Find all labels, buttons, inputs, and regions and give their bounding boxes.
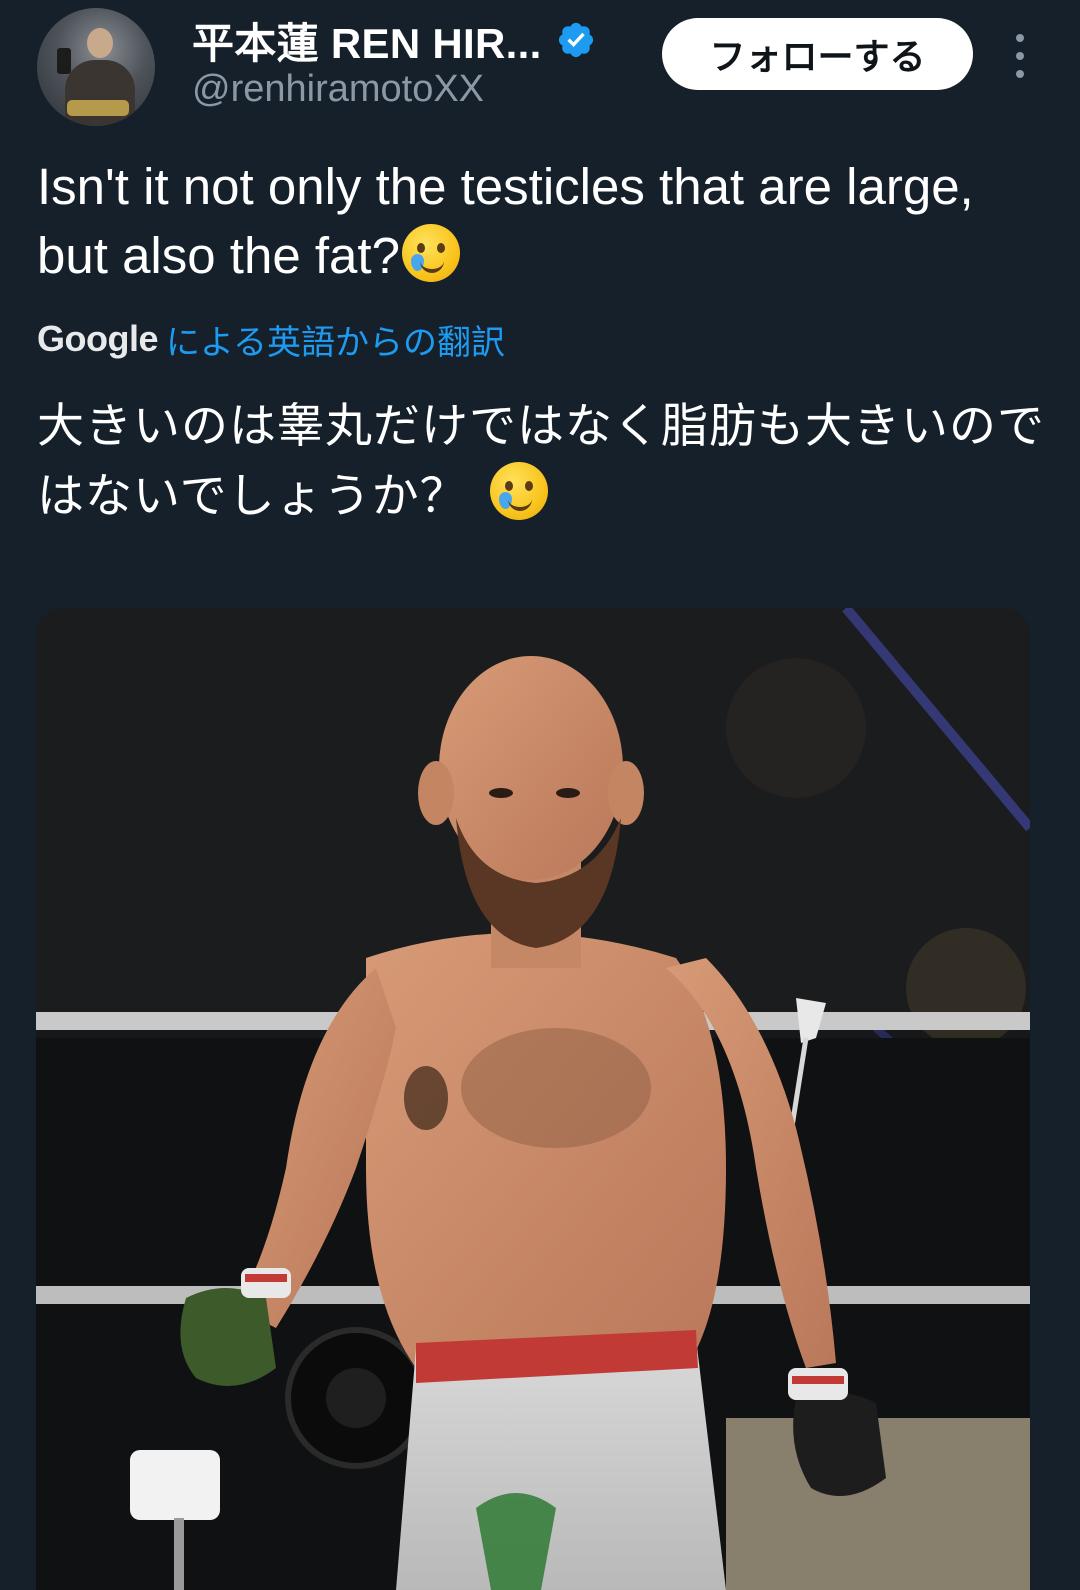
author-display-name[interactable]: 平本蓮 REN HIR... xyxy=(192,10,542,71)
fighter-photo-illustration xyxy=(36,608,1030,1590)
follow-button[interactable]: フォローする xyxy=(662,18,973,90)
google-logo: Google xyxy=(37,318,159,359)
crying-smile-emoji-icon xyxy=(401,224,460,282)
avatar[interactable] xyxy=(37,8,155,126)
author-name-row[interactable]: 平本蓮 REN HIR... xyxy=(192,14,596,67)
translated-text: 大きいのは睾丸だけではなく脂肪も大きいのではないでしょうか？ xyxy=(37,392,1047,532)
tweet-photo[interactable] xyxy=(36,608,1030,1590)
author-handle[interactable]: @renhiramotoXX xyxy=(192,68,484,111)
tweet-text-content: Isn't it not only the testicles that are… xyxy=(37,158,974,284)
tweet-text: Isn't it not only the testicles that are… xyxy=(37,152,1047,290)
crying-smile-emoji-icon xyxy=(489,462,548,520)
verified-badge-icon xyxy=(558,22,593,58)
more-options-icon[interactable] xyxy=(1010,34,1030,78)
tweet-card: 平本蓮 REN HIR... @renhiramotoXX フォローする Isn… xyxy=(0,0,1080,1590)
translation-link[interactable]: による英語からの翻訳 xyxy=(166,315,505,364)
translation-attribution[interactable]: Google による英語からの翻訳 xyxy=(37,314,505,364)
